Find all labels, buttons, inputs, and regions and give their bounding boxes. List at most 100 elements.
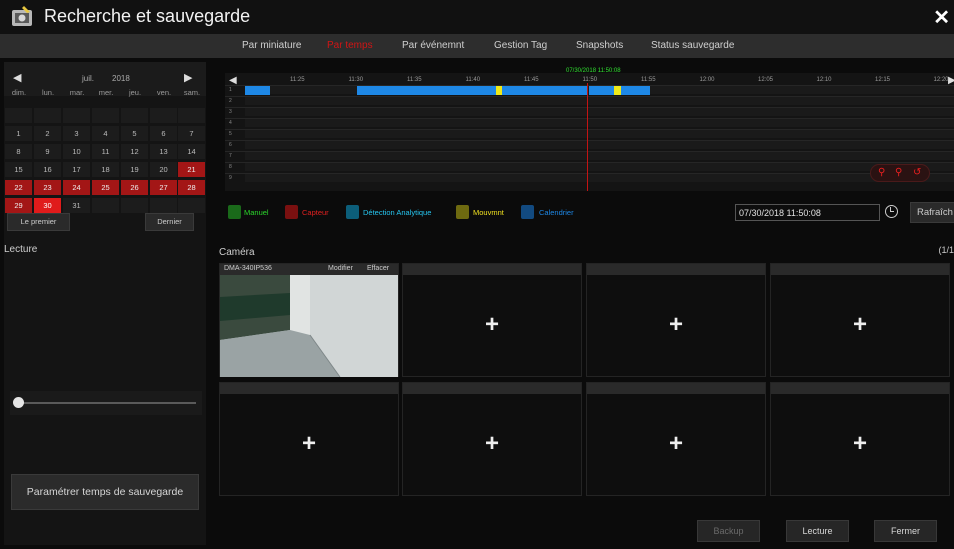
tab-by-time[interactable]: Par temps — [327, 40, 373, 51]
timeline-channel-row[interactable]: 9 — [225, 173, 954, 182]
legend-schedule: Calendrier — [539, 208, 574, 217]
delete-link[interactable]: Effacer — [367, 265, 389, 272]
calendar-day[interactable]: 9 — [34, 144, 61, 159]
calendar-day[interactable]: 23 — [34, 180, 61, 195]
timeline-row-track — [245, 163, 954, 171]
calendar-day[interactable]: 28 — [178, 180, 205, 195]
left-panel: ◀ juil. 2018 ▶ dim. lun. mar. mer. jeu. ven. s… — [4, 62, 206, 545]
tab-by-event[interactable]: Par événemnt — [402, 40, 464, 51]
calendar-day[interactable]: 1 — [5, 126, 32, 141]
calendar-day[interactable]: 7 — [178, 126, 205, 141]
last-button[interactable]: Dernier — [145, 213, 194, 231]
close-icon[interactable]: ✕ — [933, 5, 950, 30]
calendar-day[interactable]: 17 — [63, 162, 90, 177]
zoom-out-icon[interactable]: ⚲ — [895, 167, 902, 178]
calendar-day[interactable]: 18 — [92, 162, 119, 177]
zoom-in-icon[interactable]: ⚲ — [878, 167, 885, 178]
add-camera-icon[interactable]: + — [220, 394, 398, 497]
channel-number: 6 — [229, 142, 232, 148]
window-title: Recherche et sauvegarde — [44, 6, 251, 26]
close-button[interactable]: Fermer — [874, 520, 937, 542]
playback-slider[interactable] — [10, 391, 202, 415]
timeline-tick-label: 12:10 — [816, 77, 832, 83]
calendar-day — [63, 108, 90, 123]
calendar-day[interactable]: 31 — [63, 198, 90, 213]
calendar-day[interactable]: 30 — [34, 198, 61, 213]
timeline-channel-row[interactable]: 8 — [225, 162, 954, 171]
calendar-day[interactable]: 13 — [150, 144, 177, 159]
calendar-day[interactable]: 14 — [178, 144, 205, 159]
timeline-row-track — [245, 152, 954, 160]
timeline-channel-row[interactable]: 5 — [225, 129, 954, 138]
timeline-tick-label: 11:45 — [524, 77, 539, 83]
tab-by-thumbnail[interactable]: Par miniature — [242, 40, 301, 51]
timeline-row-track — [245, 119, 954, 127]
tab-tag-management[interactable]: Gestion Tag — [494, 40, 547, 51]
camera-slot-2[interactable]: + — [402, 263, 582, 377]
calendar-day[interactable]: 16 — [34, 162, 61, 177]
calendar-day[interactable]: 3 — [63, 126, 90, 141]
calendar-day[interactable]: 12 — [121, 144, 148, 159]
add-camera-icon[interactable]: + — [587, 275, 765, 378]
play-button[interactable]: Lecture — [786, 520, 849, 542]
calendar-day[interactable]: 26 — [121, 180, 148, 195]
add-camera-icon[interactable]: + — [587, 394, 765, 497]
motion-segment — [614, 86, 621, 95]
calendar-day — [92, 198, 119, 213]
refresh-button[interactable]: Rafraîch — [910, 202, 954, 223]
clock-icon[interactable] — [885, 205, 898, 218]
calendar-day[interactable]: 27 — [150, 180, 177, 195]
next-month-icon[interactable]: ▶ — [184, 71, 192, 84]
app-icon — [12, 6, 32, 26]
timeline-channel-row[interactable]: 3 — [225, 107, 954, 116]
calendar-day[interactable]: 8 — [5, 144, 32, 159]
tab-backup-status[interactable]: Status sauvegarde — [651, 40, 734, 51]
legend-manual: Manuel — [244, 208, 269, 217]
timeline-cursor[interactable] — [587, 83, 588, 191]
timeline-tick-label: 12:00 — [699, 77, 715, 83]
datetime-input[interactable] — [735, 204, 880, 221]
add-camera-icon[interactable]: + — [403, 275, 581, 378]
backup-button[interactable]: Backup — [697, 520, 760, 542]
camera-slot-7[interactable]: + — [586, 382, 766, 496]
reset-zoom-icon[interactable]: ↺ — [913, 167, 921, 178]
timeline-channel-row[interactable]: 7 — [225, 151, 954, 160]
schedule-segment — [502, 86, 588, 95]
prev-month-icon[interactable]: ◀ — [13, 71, 21, 84]
camera-slot-6[interactable]: + — [402, 382, 582, 496]
calendar-day[interactable]: 20 — [150, 162, 177, 177]
backup-time-settings-button[interactable]: Paramétrer temps de sauvegarde — [11, 474, 199, 510]
calendar-day[interactable]: 21 — [178, 162, 205, 177]
camera-slot-3[interactable]: + — [586, 263, 766, 377]
slider-knob[interactable] — [13, 397, 24, 408]
timeline-channel-row[interactable]: 6 — [225, 140, 954, 149]
calendar-day[interactable]: 24 — [63, 180, 90, 195]
calendar-day[interactable]: 5 — [121, 126, 148, 141]
weekday-label: jeu. — [128, 88, 142, 97]
timeline[interactable]: ◀ ▶ 07/30/2018 11:50:08 11:25 11:30 11:35 1… — [225, 68, 954, 191]
camera-slot-5[interactable]: + — [219, 382, 399, 496]
calendar-day[interactable]: 29 — [5, 198, 32, 213]
add-camera-icon[interactable]: + — [771, 394, 949, 497]
calendar-day[interactable]: 10 — [63, 144, 90, 159]
camera-slot-4[interactable]: + — [770, 263, 950, 377]
weekday-label: sam. — [183, 88, 201, 97]
first-button[interactable]: Le premier — [7, 213, 70, 231]
calendar-day[interactable]: 4 — [92, 126, 119, 141]
camera-slot-8[interactable]: + — [770, 382, 950, 496]
camera-slot-1[interactable]: DMA-340IP536 Modifier Effacer — [219, 263, 399, 377]
calendar-day[interactable]: 19 — [121, 162, 148, 177]
timeline-channel-row[interactable]: 4 — [225, 118, 954, 127]
calendar-day[interactable]: 2 — [34, 126, 61, 141]
tab-snapshots[interactable]: Snapshots — [576, 40, 623, 51]
modify-link[interactable]: Modifier — [328, 265, 353, 272]
add-camera-icon[interactable]: + — [771, 275, 949, 378]
calendar-day[interactable]: 15 — [5, 162, 32, 177]
add-camera-icon[interactable]: + — [403, 394, 581, 497]
calendar-day[interactable]: 6 — [150, 126, 177, 141]
calendar-day[interactable]: 25 — [92, 180, 119, 195]
calendar-day[interactable]: 22 — [5, 180, 32, 195]
slider-line — [22, 402, 196, 404]
calendar-day[interactable]: 11 — [92, 144, 119, 159]
timeline-channel-row[interactable]: 2 — [225, 96, 954, 105]
